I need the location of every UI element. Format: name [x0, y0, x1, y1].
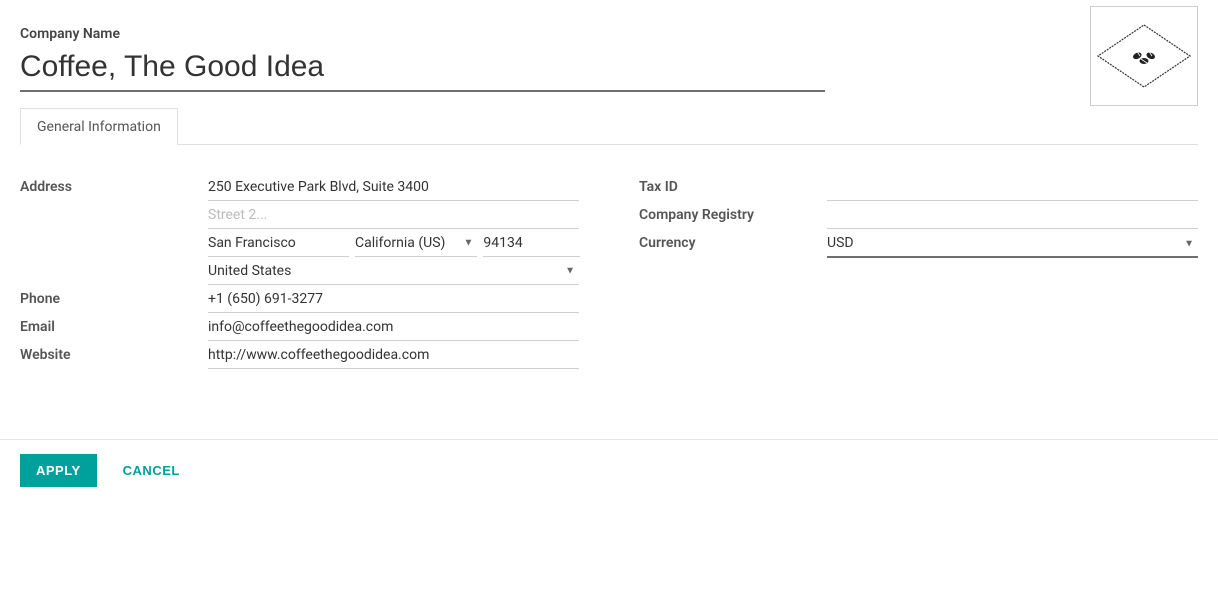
company-name-label: Company Name	[20, 26, 1198, 42]
company-registry-label: Company Registry	[639, 201, 827, 223]
zip-input[interactable]	[483, 229, 579, 257]
apply-button[interactable]: APPLY	[20, 454, 97, 487]
website-label: Website	[20, 341, 208, 363]
city-input[interactable]	[208, 229, 349, 257]
tax-id-label: Tax ID	[639, 173, 827, 195]
website-input[interactable]	[208, 341, 579, 369]
address-label: Address	[20, 173, 208, 195]
tabs: General Information	[20, 108, 1198, 145]
currency-label: Currency	[639, 229, 827, 251]
state-select[interactable]	[355, 229, 477, 257]
company-logo[interactable]	[1090, 6, 1198, 106]
cancel-button[interactable]: CANCEL	[119, 454, 184, 487]
phone-input[interactable]	[208, 285, 579, 313]
company-name-input[interactable]	[20, 48, 825, 92]
footer: APPLY CANCEL	[0, 439, 1218, 507]
tax-id-input[interactable]	[827, 173, 1198, 201]
email-label: Email	[20, 313, 208, 335]
email-input[interactable]	[208, 313, 579, 341]
tab-general-information[interactable]: General Information	[20, 108, 178, 145]
street1-input[interactable]	[208, 173, 579, 201]
country-select[interactable]	[208, 257, 579, 285]
company-registry-input[interactable]	[827, 201, 1198, 229]
currency-select[interactable]	[827, 229, 1198, 258]
phone-label: Phone	[20, 285, 208, 307]
street2-input[interactable]	[208, 201, 579, 229]
